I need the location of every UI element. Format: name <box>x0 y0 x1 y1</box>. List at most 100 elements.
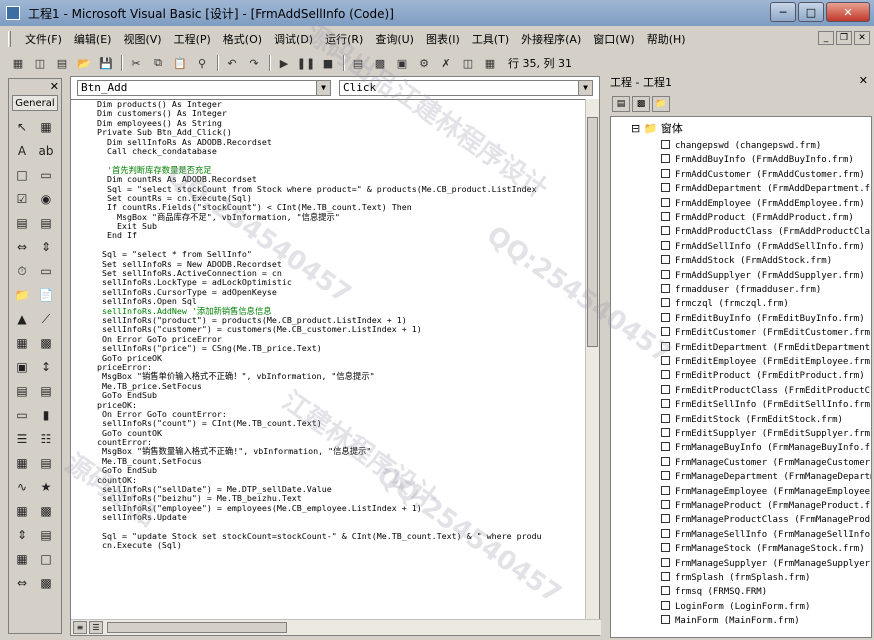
add-form-icon[interactable]: ◫ <box>30 54 50 72</box>
tree-item[interactable]: frmczql (frmczql.frm) <box>661 297 789 311</box>
toolbox-icon[interactable]: ✗ <box>436 54 456 72</box>
datagrid-icon[interactable]: ▦ <box>12 549 32 569</box>
tree-item[interactable]: frmsq (FRMSQ.FRM) <box>661 585 767 599</box>
tree-item[interactable]: LoginForm (LoginForm.frm) <box>661 600 810 614</box>
menu-project[interactable]: 工程(P) <box>168 31 217 47</box>
menubar-grip[interactable] <box>8 31 11 47</box>
vscrollbar-icon[interactable]: ⇕ <box>36 237 56 257</box>
slider-icon[interactable]: ▤ <box>36 453 56 473</box>
view-object-icon[interactable]: ▩ <box>632 96 650 112</box>
menu-diagram[interactable]: 图表(I) <box>420 31 466 47</box>
tabstrip-icon[interactable]: ▤ <box>12 381 32 401</box>
code-line[interactable]: End If <box>71 231 587 241</box>
chevron-down-icon[interactable]: ▼ <box>578 81 592 95</box>
paste-icon[interactable]: 📋 <box>170 54 190 72</box>
menu-window[interactable]: 窗口(W) <box>587 31 640 47</box>
pointer-icon[interactable]: ↖ <box>12 117 32 137</box>
tree-item[interactable]: FrmManageSellInfo (FrmManageSellInfo.frm… <box>661 528 871 542</box>
datetimepicker-icon[interactable]: ▩ <box>36 501 56 521</box>
picturebox-icon[interactable]: ▦ <box>36 117 56 137</box>
tree-item[interactable]: FrmEditSellInfo (FrmEditSellInfo.frm) <box>661 398 871 412</box>
dirlistbox-icon[interactable]: 📁 <box>12 285 32 305</box>
tree-item[interactable]: FrmEditProduct (FrmEditProduct.frm) <box>661 369 865 383</box>
tree-item[interactable]: FrmAddStock (FrmAddStock.frm) <box>661 254 832 268</box>
tree-item[interactable]: FrmEditCustomer (FrmEditCustomer.frm) <box>661 326 871 340</box>
view-code-icon[interactable]: ▤ <box>612 96 630 112</box>
stop-icon[interactable]: ■ <box>318 54 338 72</box>
save-icon[interactable]: 💾 <box>96 54 116 72</box>
toolbox-close-icon[interactable]: ✕ <box>50 80 59 93</box>
imagecombo-icon[interactable]: ∿ <box>12 477 32 497</box>
tree-item[interactable]: FrmManageStock (FrmManageStock.frm) <box>661 542 865 556</box>
tree-item[interactable]: FrmEditEmployee (FrmEditEmployee.frm) <box>661 355 871 369</box>
mdi-minimize-button[interactable]: _ <box>818 31 834 45</box>
tree-item[interactable]: FrmManageEmployee (FrmManageEmployee.frm… <box>661 485 871 499</box>
timer-icon[interactable]: ⏱ <box>12 261 32 281</box>
commandbutton-icon[interactable]: ▭ <box>36 165 56 185</box>
tree-item[interactable]: FrmManageProduct (FrmManageProduct.frm) <box>661 499 871 513</box>
redo-icon[interactable]: ↷ <box>244 54 264 72</box>
shape-icon[interactable]: ▲ <box>12 309 32 329</box>
treeview-icon[interactable]: ☰ <box>12 429 32 449</box>
toolbar-control-icon[interactable]: ▤ <box>36 381 56 401</box>
coolbar-icon[interactable]: ▤ <box>36 525 56 545</box>
code-line[interactable]: Exit Sub <box>71 221 587 231</box>
tree-item[interactable]: FrmAddEmployee (FrmAddEmployee.frm) <box>661 197 865 211</box>
scrollbar-thumb[interactable] <box>587 117 598 347</box>
vb-app-icon[interactable] <box>6 6 20 20</box>
flatscrollbar-icon[interactable]: ⇕ <box>12 525 32 545</box>
menu-tools[interactable]: 工具(T) <box>466 31 515 47</box>
tree-item[interactable]: FrmManageProductClass (FrmManageProductC… <box>661 513 871 527</box>
code-editor[interactable]: Dim products() As Integer Dim customers()… <box>71 99 587 619</box>
code-line[interactable]: sellInfoRs.Update <box>71 512 587 522</box>
tree-item[interactable]: FrmManageBuyInfo (FrmManageBuyInfo.frm) <box>661 441 871 455</box>
properties-window-icon[interactable]: ▩ <box>370 54 390 72</box>
line-icon[interactable]: ⟋ <box>36 309 56 329</box>
toggle-folders-icon[interactable]: 📁 <box>652 96 670 112</box>
optionbutton-icon[interactable]: ◉ <box>36 189 56 209</box>
menu-format[interactable]: 格式(O) <box>217 31 268 47</box>
add-project-icon[interactable]: ▦ <box>8 54 28 72</box>
open-project-icon[interactable]: 📂 <box>74 54 94 72</box>
code-horizontal-scrollbar[interactable]: ≡ ☰ <box>71 619 601 635</box>
drivelistbox-icon[interactable]: ▭ <box>36 261 56 281</box>
menu-help[interactable]: 帮助(H) <box>641 31 692 47</box>
tree-item[interactable]: FrmManageCustomer (FrmManageCustomer.frm… <box>661 456 871 470</box>
pause-icon[interactable]: ❚❚ <box>296 54 316 72</box>
hscrollbar-icon[interactable]: ⇔ <box>12 237 32 257</box>
object-combobox[interactable]: Btn_Add ▼ <box>77 80 331 96</box>
cut-icon[interactable]: ✂ <box>126 54 146 72</box>
find-icon[interactable]: ⚲ <box>192 54 212 72</box>
copy-icon[interactable]: ⧉ <box>148 54 168 72</box>
tree-item[interactable]: FrmAddSellInfo (FrmAddSellInfo.frm) <box>661 240 865 254</box>
datalist-icon[interactable]: ⇔ <box>12 573 32 593</box>
tree-item[interactable]: FrmEditProductClass (FrmEditProductClass… <box>661 384 871 398</box>
menu-addins[interactable]: 外接程序(A) <box>515 31 587 47</box>
tree-item[interactable]: FrmAddProduct (FrmAddProduct.frm) <box>661 211 854 225</box>
tree-item[interactable]: FrmAddProductClass (FrmAddProductClass.f… <box>661 225 871 239</box>
toolbox-tab-general[interactable]: General <box>12 95 58 111</box>
statusbar-icon[interactable]: ▭ <box>12 405 32 425</box>
object-browser-icon[interactable]: ⚙ <box>414 54 434 72</box>
mdi-close-button[interactable]: ✕ <box>854 31 870 45</box>
data-view-icon[interactable]: ◫ <box>458 54 478 72</box>
listview-icon[interactable]: ☷ <box>36 429 56 449</box>
tree-item[interactable]: FrmEditStock (FrmEditStock.frm) <box>661 413 843 427</box>
code-line[interactable]: GoTo EndSub <box>71 465 587 475</box>
tree-item[interactable]: FrmEditDepartment (FrmEditDepartment.frm… <box>661 341 871 355</box>
data-icon[interactable]: ▩ <box>36 333 56 353</box>
image-icon[interactable]: ▦ <box>12 333 32 353</box>
tree-item[interactable]: FrmEditSupplyer (FrmEditSupplyer.frm) <box>661 427 871 441</box>
tree-item[interactable]: FrmAddSupplyer (FrmAddSupplyer.frm) <box>661 269 865 283</box>
tree-folder-forms[interactable]: ⊟ 📁 窗体 <box>631 120 683 136</box>
code-line[interactable]: Call check_condatabase <box>71 146 587 156</box>
component-manager-icon[interactable]: ▦ <box>480 54 500 72</box>
menu-view[interactable]: 视图(V) <box>117 31 167 47</box>
chevron-down-icon[interactable]: ▼ <box>316 81 330 95</box>
project-explorer-close-icon[interactable]: ✕ <box>859 74 868 87</box>
menu-query[interactable]: 查询(U) <box>369 31 420 47</box>
code-vertical-scrollbar[interactable] <box>585 99 599 619</box>
tree-item[interactable]: FrmAddCustomer (FrmAddCustomer.frm) <box>661 168 865 182</box>
procedure-view-icon[interactable]: ≡ <box>73 621 87 634</box>
tree-item[interactable]: changepswd (changepswd.frm) <box>661 139 821 153</box>
